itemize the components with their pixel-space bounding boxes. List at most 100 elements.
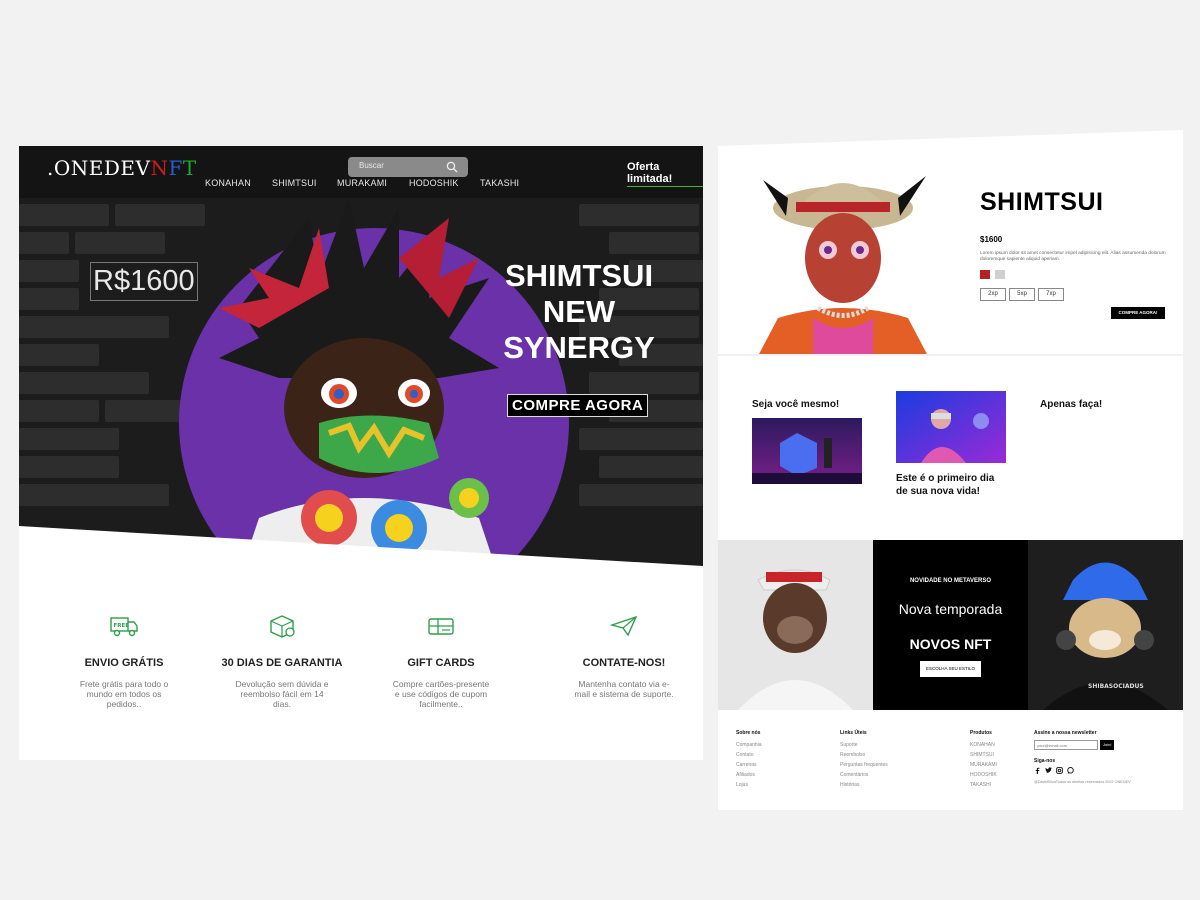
footer-col-about: Sobre nós Companhia Contato Carreiras Af… — [736, 730, 762, 790]
nav-link-konahan[interactable]: KONAHAN — [205, 178, 251, 188]
footer-link[interactable]: HODOSHIK — [970, 770, 997, 780]
gift-card-icon — [428, 618, 454, 635]
footer-link[interactable]: Afiliados — [736, 770, 762, 780]
banner-center-panel: NOVIDADE NO METAVERSO Nova temporada NOV… — [873, 540, 1028, 710]
site-footer: Sobre nós Companhia Contato Carreiras Af… — [718, 710, 1183, 810]
footer-col-title: Produtos — [970, 730, 992, 736]
lifestyle-col2-title: Este é o primeiro dia de sua nova vida! — [896, 473, 995, 497]
product-price: $1600 — [980, 235, 1003, 244]
feature-title: GIFT CARDS — [407, 657, 475, 669]
choose-style-button[interactable]: ESCOLHA SEU ESTILO — [920, 661, 981, 677]
footer-col-title: Sobre nós — [736, 730, 761, 736]
size-button-5xp[interactable]: 5xp — [1009, 288, 1035, 301]
footer-newsletter: Assine a nossa newsletter Join! Siga-nos… — [1034, 730, 1174, 784]
product-description: Lorem ipsum dolor sit amet consectetur i… — [980, 251, 1166, 262]
size-button-2xp[interactable]: 2xp — [980, 288, 1006, 301]
feature-title: CONTATE-NOS! — [582, 657, 666, 669]
footer-link[interactable]: Contato — [736, 750, 762, 760]
feature-contact: CONTATE-NOS! Mantenha contato via e-mail… — [544, 614, 703, 699]
nav-link-hodoshik[interactable]: HODOSHIK — [409, 178, 459, 188]
lifestyle-col3-title: Apenas faça! — [1040, 399, 1103, 410]
social-icons — [1034, 767, 1174, 774]
search-icon[interactable] — [446, 161, 458, 173]
footer-link[interactable]: Comentários — [840, 770, 888, 780]
hero-title-line-2: NEW — [542, 294, 616, 329]
feature-title: ENVIO GRÁTIS — [84, 657, 164, 669]
hero-price: R$1600 — [90, 262, 198, 301]
feature-guarantee: 30 DIAS DE GARANTIA Devolução sem dúvida… — [202, 614, 362, 709]
ape-character-image — [718, 540, 873, 710]
landing-page-right: SHIMTSUI $1600 Lorem ipsum dolor sit ame… — [718, 118, 1183, 810]
feature-description: Frete grátis para todo o mundo em todos … — [79, 679, 169, 709]
footer-link[interactable]: Perguntas frequentes — [840, 760, 888, 770]
color-swatch-red[interactable] — [980, 270, 990, 279]
shirt-text: SHIBASOCIADUS — [1088, 683, 1144, 690]
footer-link[interactable]: Carreiras — [736, 760, 762, 770]
product-section: SHIMTSUI $1600 Lorem ipsum dolor sit ame… — [718, 118, 1183, 356]
footer-link[interactable]: KONAHAN — [970, 740, 997, 750]
footer-link[interactable]: Suporte — [840, 740, 888, 750]
nav-link-murakami[interactable]: MURAKAMI — [337, 178, 387, 188]
size-button-7xp[interactable]: 7xp — [1038, 288, 1064, 301]
buy-now-button[interactable]: COMPRE AGORA — [507, 394, 649, 417]
shimtsui-character-image — [758, 176, 928, 356]
new-season-banner: NOVIDADE NO METAVERSO Nova temporada NOV… — [718, 540, 1183, 710]
feature-gift-cards: GIFT CARDS Compre cartões-presente e use… — [361, 614, 521, 709]
logo-text: .ONEDEV — [47, 156, 151, 180]
logo-letter-t: T — [182, 156, 197, 180]
footer-link[interactable]: Companhia — [736, 740, 762, 750]
limited-offer-link[interactable]: Oferta limitada! — [627, 161, 703, 187]
search-bar[interactable]: Buscar — [348, 157, 468, 177]
feature-free-shipping: FREE ENVIO GRÁTIS Frete grátis para todo… — [44, 614, 204, 709]
newsletter-email-input[interactable] — [1034, 740, 1098, 750]
twitter-icon[interactable] — [1045, 767, 1052, 774]
site-logo[interactable]: .ONEDEVNFT — [47, 156, 197, 180]
hero-title-line-3: SYNERGY — [503, 330, 655, 365]
feature-description: Mantenha contato via e-mail e sistema de… — [574, 679, 674, 699]
box-return-icon — [270, 615, 295, 638]
hero-diagonal-divider — [19, 526, 703, 596]
footer-link[interactable]: Lojas — [736, 780, 762, 790]
nav-link-shimtsui[interactable]: SHIMTSUI — [272, 178, 317, 188]
whatsapp-icon[interactable] — [1067, 767, 1074, 774]
lifestyle-col1-title: Seja você mesmo! — [752, 399, 840, 410]
product-title: SHIMTSUI — [980, 188, 1104, 216]
footer-col-products: Produtos KONAHAN SHIMTSUI MURAKAMI HODOS… — [970, 730, 997, 790]
purple-arena-image — [752, 418, 862, 484]
footer-link[interactable]: Reembolso — [840, 750, 888, 760]
feature-description: Devolução sem dúvida e reembolso fácil e… — [235, 679, 329, 709]
footer-col-title: Links Úteis — [840, 730, 867, 736]
hero-title: SHIMTSUI NEW SYNERGY — [479, 258, 679, 366]
copyright-text: @DavidSilvaTodos os direitos reservados … — [1034, 780, 1132, 784]
feature-title: 30 DIAS DE GARANTIA — [221, 657, 343, 669]
newsletter-join-button[interactable]: Join! — [1100, 740, 1115, 750]
lifestyle-section: Seja você mesmo! Este é o primeiro dia d… — [718, 356, 1183, 540]
logo-letter-f: F — [168, 156, 183, 180]
footer-link[interactable]: Histórias — [840, 780, 888, 790]
hero-title-line-1: SHIMTSUI — [504, 258, 654, 293]
follow-us-title: Siga-nos — [1034, 758, 1056, 764]
search-placeholder: Buscar — [359, 161, 384, 170]
landing-page-left: .ONEDEVNFT Buscar KONAHAN SHIMTSUI MURAK… — [19, 146, 703, 760]
instagram-icon[interactable] — [1056, 767, 1063, 774]
vr-person-image — [896, 391, 1006, 463]
facebook-icon[interactable] — [1034, 767, 1041, 774]
top-navbar: .ONEDEVNFT Buscar KONAHAN SHIMTSUI MURAK… — [19, 146, 703, 198]
product-buy-button[interactable]: COMPRE AGORA! — [1111, 307, 1165, 319]
footer-link[interactable]: MURAKAMI — [970, 760, 997, 770]
hero-section: R$1600 SHIMTSUI NEW SYNERGY COMPRE AGORA — [19, 198, 703, 578]
svg-text:FREE: FREE — [114, 623, 130, 629]
newsletter-title: Assine a nossa newsletter — [1034, 730, 1097, 736]
nav-link-takashi[interactable]: TAKASHI — [480, 178, 519, 188]
footer-link[interactable]: SHIMTSUI — [970, 750, 997, 760]
footer-link[interactable]: TAKASHI — [970, 780, 997, 790]
free-truck-icon: FREE — [110, 617, 138, 637]
banner-subhead: NOVOS NFT — [909, 636, 992, 652]
footer-col-links: Links Úteis Suporte Reembolso Perguntas … — [840, 730, 888, 790]
shiba-character-image: SHIBASOCIADUS — [1028, 540, 1183, 710]
paper-plane-icon — [609, 615, 638, 637]
banner-headline: Nova temporada — [898, 601, 1003, 617]
logo-letter-n: N — [150, 156, 169, 180]
color-swatch-gray[interactable] — [995, 270, 1005, 279]
banner-kicker: NOVIDADE NO METAVERSO — [909, 578, 992, 584]
